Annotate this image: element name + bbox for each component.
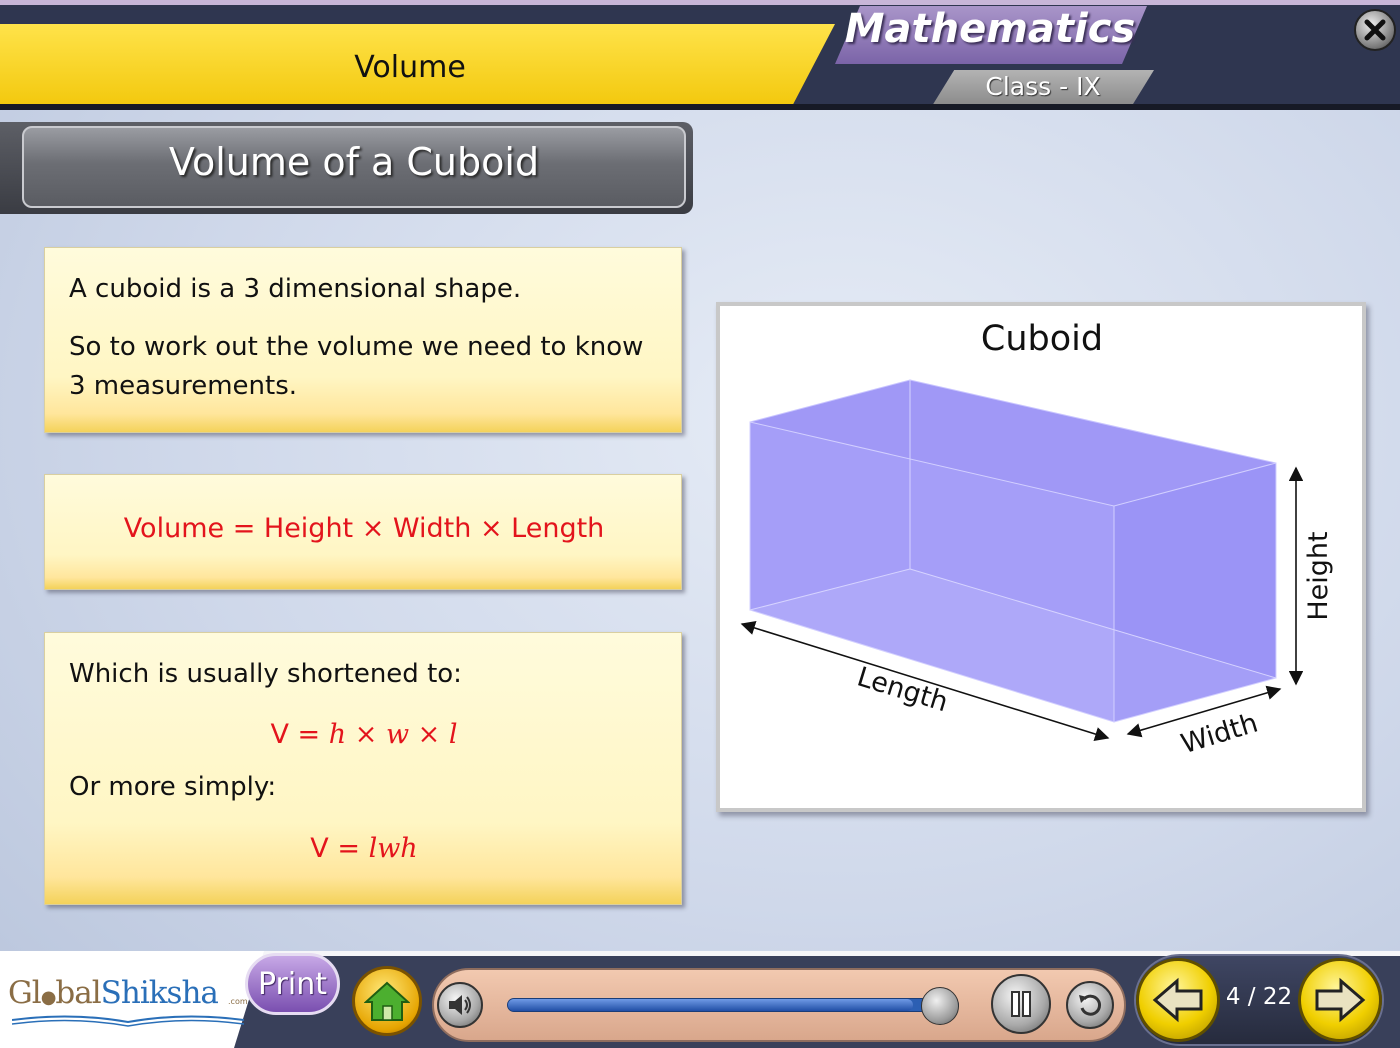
- figure-title: Cuboid: [981, 319, 1103, 359]
- progress-track[interactable]: [507, 998, 959, 1012]
- previous-slide-button[interactable]: [1136, 958, 1220, 1042]
- pause-button[interactable]: [991, 974, 1051, 1034]
- class-label: Class - IX: [985, 72, 1101, 101]
- formula-prefix: V =: [270, 719, 329, 750]
- speaker-icon: [449, 995, 471, 1015]
- logo-text-part: Gl: [8, 975, 42, 1011]
- pause-icon: [1011, 991, 1031, 1017]
- header-divider: [0, 104, 1400, 110]
- note-definition: A cuboid is a 3 dimensional shape. So to…: [44, 247, 682, 433]
- home-button[interactable]: [352, 966, 422, 1036]
- formula-prefix: V =: [310, 833, 369, 864]
- height-label: Height: [1303, 531, 1334, 620]
- close-icon: [1364, 19, 1386, 41]
- audio-button[interactable]: [437, 982, 483, 1028]
- note-text-line: Which is usually shortened to:: [69, 659, 462, 689]
- header-top-strip: [0, 0, 1400, 5]
- arrow-left-icon: [1152, 977, 1203, 1023]
- replay-button[interactable]: [1066, 981, 1114, 1029]
- topic-title: Volume: [354, 50, 466, 85]
- replay-icon: [1079, 994, 1102, 1016]
- progress-fill: [508, 999, 913, 1011]
- note-text-line: So to work out the volume we need to kno…: [69, 332, 644, 362]
- cuboid-figure: Cuboid Length Width Height: [716, 302, 1366, 812]
- page-indicator: 4 / 22: [1225, 984, 1293, 1010]
- volume-formula-full: Volume = Height × Width × Length: [123, 513, 605, 544]
- length-label: Length: [853, 661, 951, 718]
- home-icon: [364, 981, 410, 1021]
- close-button[interactable]: [1354, 9, 1396, 51]
- note-text-line: 3 measurements.: [69, 371, 298, 401]
- volume-formula-short: V = h × w × l: [45, 719, 683, 750]
- print-button[interactable]: Print: [245, 953, 340, 1015]
- arrow-right-icon: [1315, 977, 1366, 1023]
- logo-com: .com: [228, 997, 248, 1006]
- subject-title: Mathematics: [844, 6, 1136, 52]
- globalshiksha-logo: Gl●balShiksha: [8, 975, 219, 1011]
- slide-heading: Volume of a Cuboid: [168, 140, 540, 184]
- logo-text-part: Shiksha: [100, 975, 219, 1011]
- note-text-line: Or more simply:: [69, 772, 277, 802]
- next-slide-button[interactable]: [1298, 958, 1382, 1042]
- cuboid-right-face: [1113, 462, 1277, 723]
- logo-book-icon: [12, 1015, 244, 1027]
- logo-text-part: bal: [55, 975, 101, 1011]
- note-formula-full: Volume = Height × Width × Length: [44, 474, 682, 590]
- progress-slider-handle[interactable]: [921, 987, 959, 1025]
- logo-globe-dot: ●: [40, 987, 57, 1008]
- note-text-line: A cuboid is a 3 dimensional shape.: [69, 274, 522, 304]
- note-formula-short: Which is usually shortened to: V = h × w…: [44, 632, 682, 905]
- volume-formula-simple: V = lwh: [45, 833, 683, 864]
- formula-variables: lwh: [368, 833, 418, 864]
- cuboid-diagram: Cuboid Length Width Height: [740, 319, 1334, 760]
- formula-variables: h × w × l: [328, 719, 458, 750]
